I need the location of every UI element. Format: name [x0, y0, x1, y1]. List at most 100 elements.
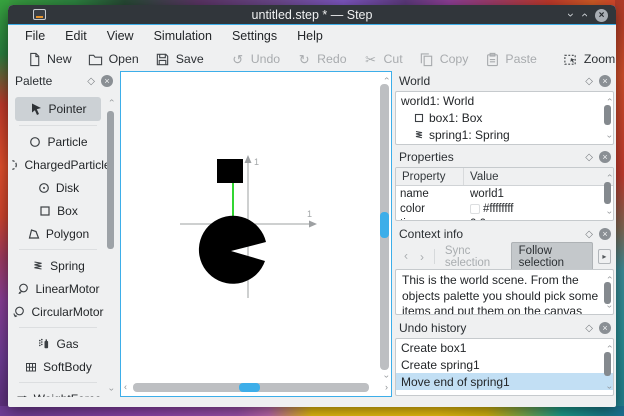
- context-info-text: This is the world scene. From the object…: [395, 269, 614, 315]
- palette-separator: [19, 249, 97, 250]
- palette-scrollbar[interactable]: [107, 111, 114, 249]
- save-button[interactable]: Save: [147, 51, 212, 67]
- menu-file[interactable]: File: [15, 27, 55, 45]
- palette-item-particle[interactable]: Particle: [11, 130, 105, 153]
- canvas-horizontal-scrollbar[interactable]: [239, 383, 260, 392]
- undo-item-create-spring1[interactable]: Create spring1: [396, 356, 613, 373]
- palette-item-weightforce[interactable]: WeightForce: [11, 387, 105, 397]
- new-button[interactable]: New: [18, 51, 80, 67]
- value-cell[interactable]: 0.0 s: [464, 218, 495, 221]
- context-separator: [434, 249, 435, 264]
- properties-scrollbar[interactable]: [604, 182, 611, 204]
- float-panel-icon[interactable]: ◇: [87, 76, 95, 87]
- box1-object[interactable]: [217, 159, 243, 183]
- palette-item-gas[interactable]: Gas: [11, 332, 105, 355]
- close-panel-icon[interactable]: ×: [101, 75, 113, 87]
- palette-item-chargedparticle[interactable]: ChargedParticle: [11, 153, 111, 176]
- property-cell[interactable]: time: [396, 218, 464, 221]
- palette-item-disk[interactable]: Disk: [11, 176, 105, 199]
- property-cell[interactable]: name: [396, 188, 464, 200]
- zoom-in-button[interactable]: Zoom In: [555, 51, 616, 67]
- step-window: untitled.step * — Step › › × File Edit V…: [8, 5, 616, 407]
- palette-item-spring[interactable]: Spring: [11, 254, 105, 277]
- menu-simulation[interactable]: Simulation: [144, 27, 222, 45]
- close-panel-icon[interactable]: ×: [599, 151, 611, 163]
- canvas-scroll-left-icon[interactable]: ›: [124, 383, 127, 393]
- open-button[interactable]: Open: [80, 51, 147, 67]
- palette-separator: [19, 327, 97, 328]
- palette-item-box[interactable]: Box: [11, 199, 105, 222]
- value-cell[interactable]: world1: [464, 188, 504, 200]
- undo-scroll-up-icon[interactable]: ›: [604, 345, 613, 348]
- undo-scrollbar[interactable]: [604, 352, 611, 376]
- titlebar[interactable]: untitled.step * — Step › › ×: [8, 5, 616, 25]
- canvas-scroll-up-icon[interactable]: ›: [381, 77, 391, 80]
- properties-table-header: Property Value: [396, 168, 613, 186]
- palette-item-pointer[interactable]: Pointer: [15, 97, 101, 121]
- undo-item-create-box1[interactable]: Create box1: [396, 339, 613, 356]
- menu-edit[interactable]: Edit: [55, 27, 97, 45]
- properties-scroll-up-icon[interactable]: ›: [604, 174, 613, 177]
- value-column-header[interactable]: Value: [464, 171, 499, 183]
- detach-context-icon[interactable]: ▸: [597, 249, 611, 264]
- tree-item-world1[interactable]: world1: World: [396, 92, 613, 109]
- property-column-header[interactable]: Property: [396, 168, 464, 185]
- properties-scroll-down-icon[interactable]: ›: [605, 211, 613, 214]
- redo-button[interactable]: ↻ Redo: [288, 51, 354, 67]
- palette-scroll-down-icon[interactable]: ›: [107, 388, 117, 391]
- cut-button[interactable]: ✂ Cut: [355, 51, 411, 67]
- context-text-line: items and put them on the canvas: [402, 304, 583, 315]
- context-scroll-up-icon[interactable]: ›: [604, 276, 613, 279]
- paste-button[interactable]: Paste: [476, 51, 544, 67]
- copy-button[interactable]: Copy: [411, 51, 477, 67]
- tree-item-box1[interactable]: box1: Box: [396, 109, 613, 126]
- maximize-button[interactable]: ›: [577, 13, 591, 17]
- undo-history-list: Create box1 Create spring1 Move end of s…: [395, 338, 614, 396]
- close-button[interactable]: ×: [595, 8, 608, 22]
- menu-settings[interactable]: Settings: [222, 27, 287, 45]
- undo-item-move-end-of-spring1[interactable]: Move end of spring1: [396, 373, 613, 390]
- close-panel-icon[interactable]: ×: [599, 75, 611, 87]
- charged-particle-icon: [11, 158, 19, 172]
- float-panel-icon[interactable]: ◇: [585, 76, 593, 87]
- canvas-scroll-down-icon[interactable]: ›: [382, 375, 392, 378]
- float-panel-icon[interactable]: ◇: [585, 323, 593, 334]
- palette-item-label: ChargedParticle: [24, 157, 111, 172]
- float-panel-icon[interactable]: ◇: [585, 229, 593, 240]
- minimize-button[interactable]: ›: [564, 13, 578, 17]
- menu-help[interactable]: Help: [287, 27, 333, 45]
- undo-button[interactable]: ↺ Undo: [222, 51, 288, 67]
- menu-view[interactable]: View: [97, 27, 144, 45]
- value-cell[interactable]: #ffffffff: [464, 203, 514, 215]
- context-back-icon[interactable]: ›: [398, 250, 414, 264]
- follow-selection-button[interactable]: Follow selection: [510, 241, 593, 272]
- property-cell[interactable]: color: [396, 203, 464, 215]
- float-panel-icon[interactable]: ◇: [585, 152, 593, 163]
- palette-item-circularmotor[interactable]: CircularMotor: [11, 300, 105, 323]
- box-icon: [413, 112, 424, 123]
- property-row-name[interactable]: name world1: [396, 186, 613, 201]
- undo-scroll-down-icon[interactable]: ›: [605, 386, 613, 389]
- palette-item-polygon[interactable]: Polygon: [11, 222, 105, 245]
- canvas-scroll-right-icon[interactable]: ›: [385, 383, 388, 392]
- canvas-scene[interactable]: 1 1: [121, 72, 391, 396]
- palette-item-linearmotor[interactable]: LinearMotor: [11, 277, 105, 300]
- palette-scroll-up-icon[interactable]: ›: [106, 99, 116, 102]
- world-scroll-up-icon[interactable]: ›: [604, 98, 613, 101]
- canvas-vertical-scrollbar[interactable]: [380, 212, 389, 238]
- context-scrollbar[interactable]: [604, 282, 611, 304]
- close-panel-icon[interactable]: ×: [599, 228, 611, 240]
- context-forward-icon[interactable]: ›: [414, 251, 430, 263]
- world-scrollbar[interactable]: [604, 105, 611, 125]
- world-scroll-down-icon[interactable]: ›: [605, 135, 613, 138]
- context-scroll-down-icon[interactable]: ›: [605, 305, 613, 308]
- tree-item-spring1[interactable]: spring1: Spring: [396, 126, 613, 143]
- world-scene-canvas[interactable]: 1 1 › › › ›: [120, 71, 392, 397]
- property-row-time[interactable]: time 0.0 s: [396, 216, 613, 221]
- palette-item-softbody[interactable]: SoftBody: [11, 355, 105, 378]
- property-row-color[interactable]: color #ffffffff: [396, 201, 613, 216]
- close-panel-icon[interactable]: ×: [599, 322, 611, 334]
- sync-selection-button[interactable]: Sync selection: [439, 243, 511, 271]
- pointer-icon: [29, 102, 43, 116]
- disk-object[interactable]: [198, 215, 266, 284]
